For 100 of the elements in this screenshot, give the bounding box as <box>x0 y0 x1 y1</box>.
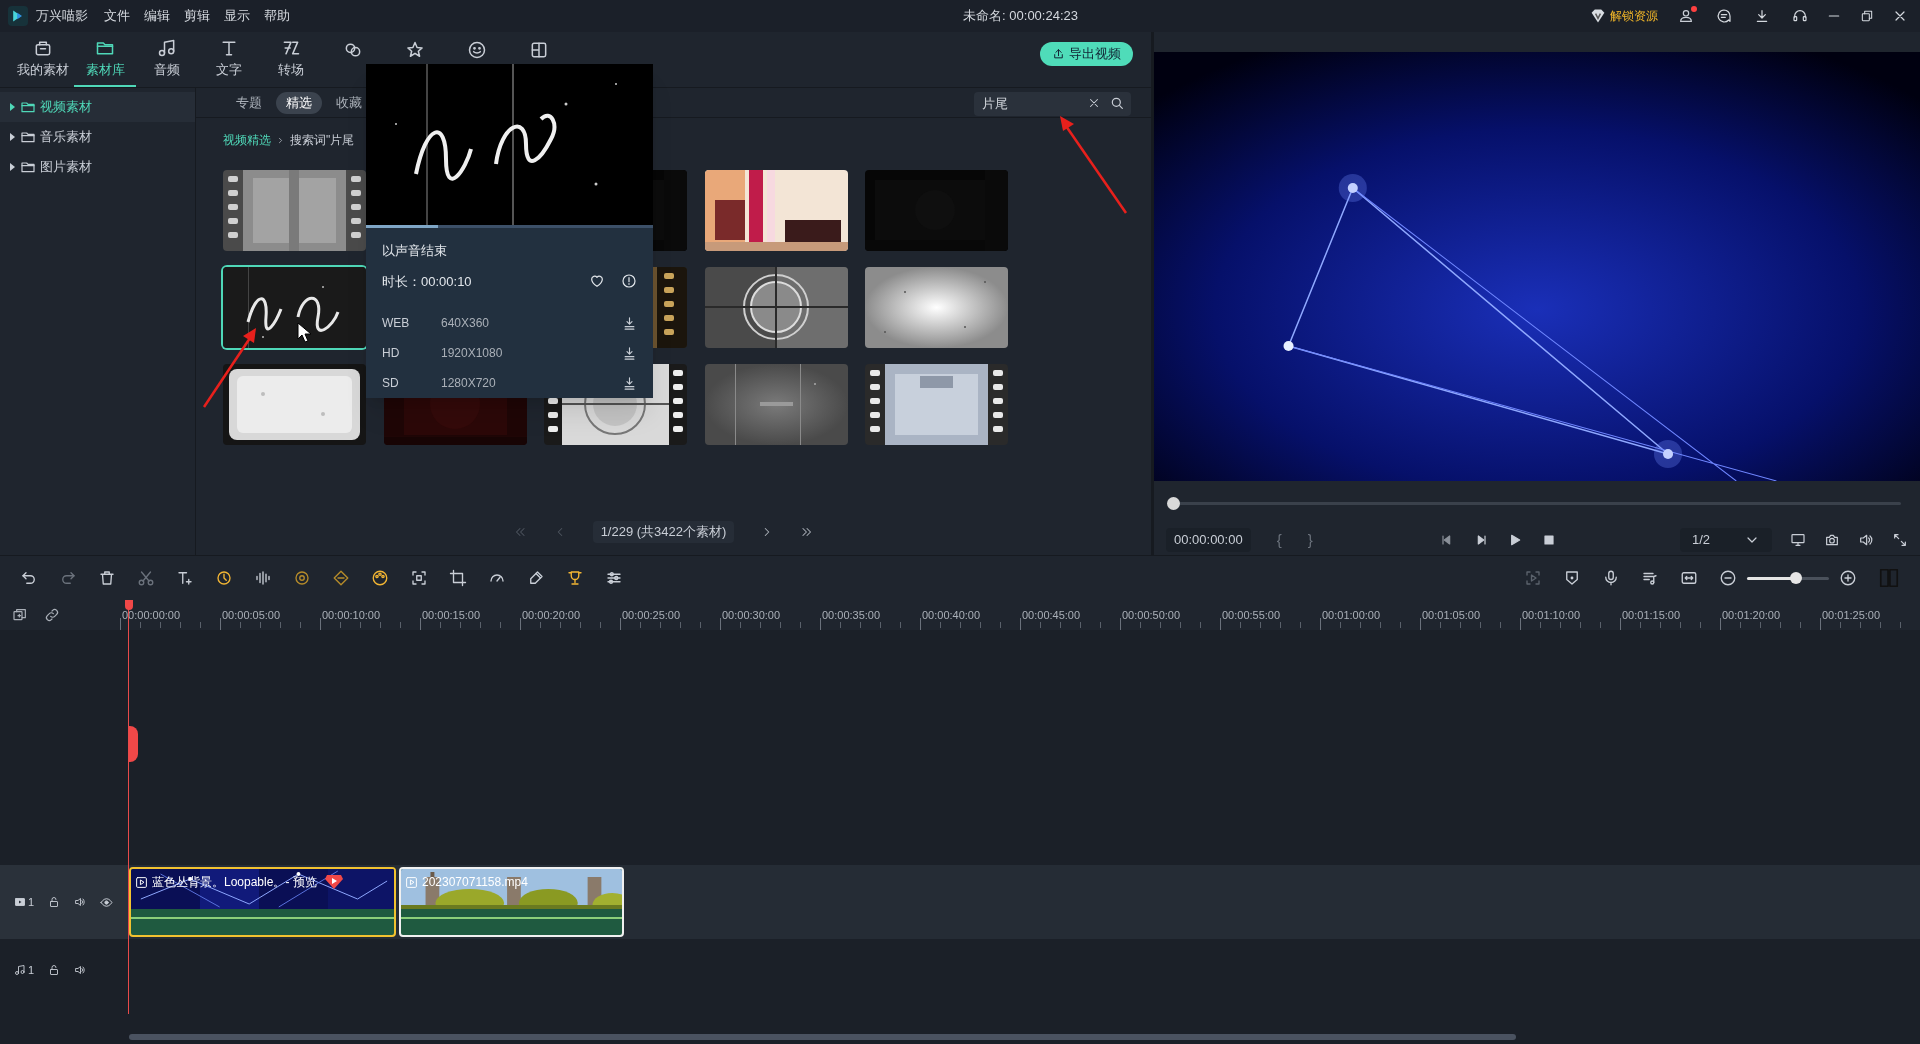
vip-icon <box>1590 8 1606 24</box>
format-label: WEB <box>382 315 411 332</box>
menu-item[interactable]: 文件 <box>104 6 130 26</box>
video-clip[interactable]: 蓝色丛背景。Loopable。- 预览 <box>129 867 396 937</box>
media-tab[interactable]: 音频 <box>136 32 198 87</box>
time-label: 00:00:30:00 <box>722 609 781 621</box>
seek-handle[interactable] <box>1167 496 1180 510</box>
breadcrumb-current: 搜索词"片尾 <box>290 132 355 149</box>
shield-icon[interactable] <box>1563 569 1581 587</box>
playhead-handle[interactable] <box>129 726 138 762</box>
favorite-icon[interactable] <box>589 273 605 290</box>
add-text-icon[interactable] <box>176 569 194 587</box>
tree-item[interactable]: 图片素材 <box>0 152 195 182</box>
unlock-link[interactable]: 解锁资源 <box>1610 7 1658 25</box>
audio-wave-icon[interactable] <box>254 569 272 587</box>
tree-item[interactable]: 音乐素材 <box>0 122 195 152</box>
app-name: 万兴喵影 <box>36 7 88 26</box>
speed-icon[interactable] <box>215 569 233 587</box>
volume-icon[interactable] <box>74 964 87 976</box>
microphone-icon[interactable] <box>1602 569 1620 587</box>
page-indicator: 1/229 (共3422个素材) <box>592 521 735 543</box>
zoom-in-icon[interactable] <box>1839 569 1857 587</box>
time-label: 00:01:20:00 <box>1722 609 1781 621</box>
camera-icon[interactable] <box>1824 532 1840 548</box>
zoom-out-icon[interactable] <box>1719 569 1737 587</box>
eye-icon[interactable] <box>100 895 114 909</box>
clip-title: 以声音结束 <box>382 242 448 260</box>
chevron-right-icon <box>276 135 285 145</box>
restore-icon[interactable] <box>1860 9 1874 23</box>
resolution-text: 640X360 <box>441 315 491 332</box>
download-icon[interactable] <box>622 315 637 331</box>
time-label: 00:00:05:00 <box>222 609 281 621</box>
scissors-icon[interactable] <box>137 569 155 587</box>
add-track-icon[interactable] <box>12 607 28 623</box>
trophy-icon[interactable] <box>566 569 584 587</box>
menu-item[interactable]: 帮助 <box>264 6 290 26</box>
media-tab[interactable]: 我的素材 <box>12 32 74 87</box>
breadcrumb-link[interactable]: 视频精选 <box>223 131 271 149</box>
zoom-handle[interactable] <box>1790 571 1803 584</box>
time-label: 00:00:45:00 <box>1022 609 1081 621</box>
folder-icon <box>20 159 36 175</box>
eyedropper-icon[interactable] <box>527 569 545 587</box>
filter-tab[interactable]: 收藏 <box>326 91 372 114</box>
redo-icon[interactable] <box>59 569 77 587</box>
volume-icon[interactable] <box>1858 532 1874 548</box>
format-label: HD <box>382 345 401 362</box>
playhead-marker[interactable] <box>125 600 133 610</box>
folder-icon <box>20 129 36 145</box>
frame-play-icon[interactable] <box>1524 569 1542 587</box>
menu-item[interactable]: 显示 <box>224 6 250 26</box>
quality-dropdown[interactable]: 1/2 <box>1680 528 1772 552</box>
media-tab[interactable]: 文字 <box>198 32 260 87</box>
tree-item[interactable]: 视频素材 <box>0 92 195 122</box>
download-icon[interactable] <box>622 345 637 361</box>
duration-text: 时长：00:00:10 <box>382 272 473 291</box>
link-icon[interactable] <box>44 607 60 623</box>
download-icon[interactable] <box>1754 8 1770 24</box>
smiley-icon <box>467 39 487 60</box>
fit-width-icon[interactable] <box>1680 569 1698 587</box>
support-icon[interactable] <box>1792 8 1808 24</box>
search-field[interactable]: 片尾 <box>974 91 1131 116</box>
video-track-icon <box>14 896 26 908</box>
time-label: 00:00:55:00 <box>1222 609 1281 621</box>
media-tab[interactable]: 转场 <box>260 32 322 87</box>
time-label: 00:01:25:00 <box>1822 609 1881 621</box>
filter-tab[interactable]: 专题 <box>226 91 272 114</box>
palette-icon[interactable] <box>371 569 389 587</box>
time-label: 00:00:10:00 <box>322 609 381 621</box>
menu-item[interactable]: 编辑 <box>144 6 170 26</box>
expand-arrow-icon[interactable] <box>8 103 16 111</box>
trash-icon[interactable] <box>98 569 116 587</box>
clip-type-icon <box>135 875 148 889</box>
frame-icon[interactable] <box>410 569 428 587</box>
timecode-display: 00:00:00:00 <box>1166 528 1251 552</box>
message-icon[interactable] <box>1716 8 1732 24</box>
volume-icon[interactable] <box>74 896 87 908</box>
keyframe-icon[interactable] <box>332 569 350 587</box>
app-logo-icon <box>8 6 28 26</box>
info-icon[interactable] <box>621 273 637 290</box>
lock-icon[interactable] <box>48 896 61 908</box>
undo-icon[interactable] <box>20 569 38 587</box>
resolution-text: 1280X720 <box>441 375 497 392</box>
fullscreen-icon[interactable] <box>1892 532 1908 548</box>
monitor-icon[interactable] <box>1790 532 1806 548</box>
time-label: 00:00:15:00 <box>422 609 481 621</box>
time-label: 00:01:00:00 <box>1322 609 1381 621</box>
clip-title: 蓝色丛背景。Loopable。- 预览 <box>152 874 317 891</box>
sliders-icon[interactable] <box>605 569 623 587</box>
expand-arrow-icon[interactable] <box>8 133 16 141</box>
lock-icon[interactable] <box>48 964 61 976</box>
account-icon[interactable] <box>1678 8 1694 24</box>
scrollbar-thumb[interactable] <box>129 1034 1516 1040</box>
crop-icon[interactable] <box>449 569 467 587</box>
export-button[interactable]: 导出视频 <box>1040 41 1133 66</box>
expand-arrow-icon[interactable] <box>8 163 16 171</box>
format-label: SD <box>382 375 400 392</box>
menu-item[interactable]: 剪辑 <box>184 6 210 26</box>
ring-icon[interactable] <box>293 569 311 587</box>
download-icon[interactable] <box>622 375 637 391</box>
filter-tab[interactable]: 精选 <box>276 91 322 114</box>
